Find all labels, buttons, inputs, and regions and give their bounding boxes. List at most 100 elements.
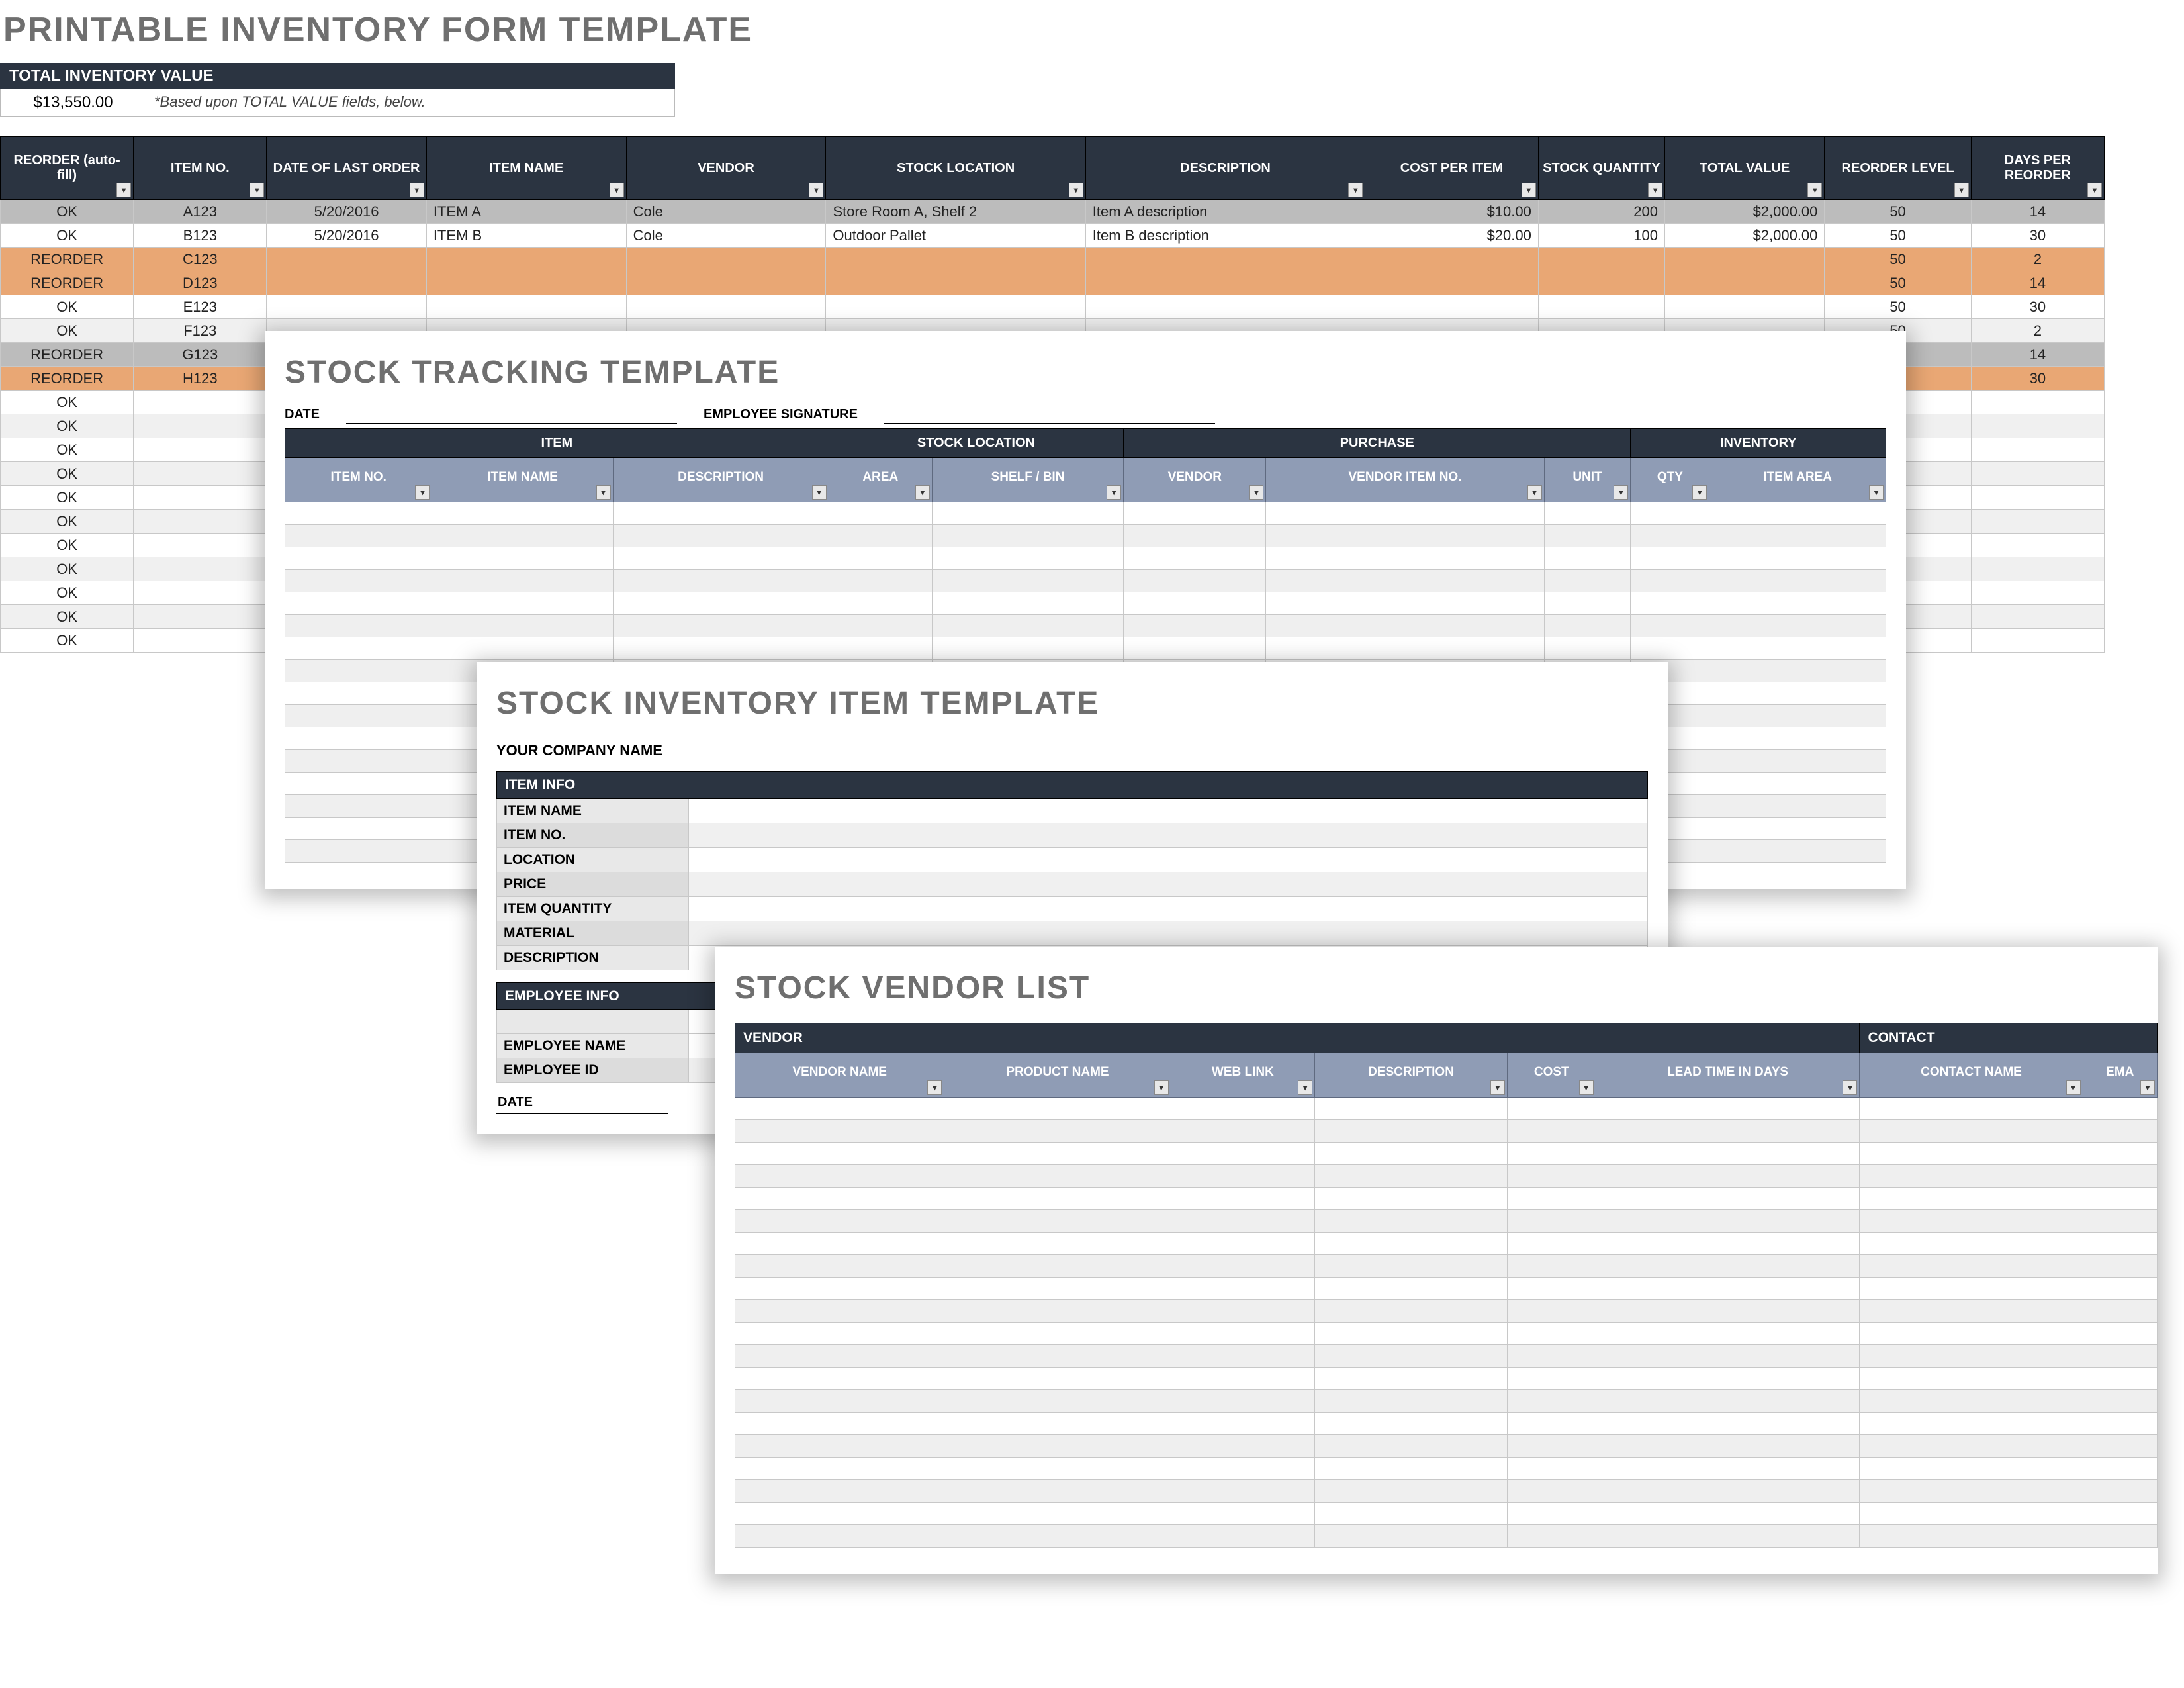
inv-cell[interactable] [134, 605, 267, 629]
vendor-cell[interactable] [944, 1458, 1171, 1480]
vendor-cell[interactable] [1596, 1323, 1860, 1345]
vendor-cell[interactable] [1596, 1278, 1860, 1300]
vendor-cell[interactable] [944, 1480, 1171, 1503]
filter-dropdown-icon[interactable]: ▾ [1648, 183, 1662, 197]
tracking-cell[interactable] [1124, 570, 1266, 592]
tracking-cell[interactable] [1124, 637, 1266, 660]
filter-dropdown-icon[interactable]: ▾ [1107, 485, 1121, 500]
tracking-cell[interactable] [613, 525, 829, 547]
tracking-col-header[interactable]: ITEM NAME▾ [432, 458, 613, 502]
vendor-cell[interactable] [1171, 1323, 1315, 1345]
vendor-cell[interactable] [1596, 1368, 1860, 1390]
vendor-cell[interactable] [944, 1255, 1171, 1278]
tracking-cell[interactable] [829, 637, 932, 660]
vendor-cell[interactable] [735, 1435, 944, 1458]
tracking-cell[interactable] [1709, 818, 1886, 840]
tracking-col-header[interactable]: VENDOR ITEM NO.▾ [1266, 458, 1544, 502]
inv-cell[interactable] [134, 581, 267, 605]
tracking-cell[interactable] [1266, 615, 1544, 637]
inv-cell[interactable]: 14 [1971, 271, 2104, 295]
vendor-cell[interactable] [944, 1188, 1171, 1210]
item-field-value[interactable] [689, 848, 1648, 872]
tracking-cell[interactable] [432, 525, 613, 547]
filter-dropdown-icon[interactable]: ▾ [2140, 1080, 2155, 1095]
item-field-value[interactable] [689, 872, 1648, 897]
vendor-cell[interactable] [1171, 1368, 1315, 1390]
tracking-cell[interactable] [285, 727, 432, 750]
vendor-cell[interactable] [944, 1345, 1171, 1368]
tracking-cell[interactable] [285, 547, 432, 570]
inv-cell[interactable]: 5/20/2016 [267, 200, 426, 224]
inv-cell[interactable]: H123 [134, 367, 267, 391]
vendor-cell[interactable] [1507, 1458, 1596, 1480]
vendor-cell[interactable] [1507, 1390, 1596, 1413]
vendor-cell[interactable] [1315, 1480, 1508, 1503]
vendor-cell[interactable] [1596, 1098, 1860, 1120]
inv-col-header[interactable]: ITEM NO.▾ [134, 137, 267, 200]
inv-cell[interactable] [826, 271, 1085, 295]
vendor-cell[interactable] [1315, 1368, 1508, 1390]
inv-cell[interactable] [826, 248, 1085, 271]
vendor-cell[interactable] [1171, 1435, 1315, 1458]
tracking-cell[interactable] [285, 637, 432, 660]
vendor-cell[interactable] [2083, 1413, 2157, 1435]
inv-cell[interactable] [1971, 486, 2104, 510]
vendor-col-header[interactable]: EMA▾ [2083, 1053, 2157, 1098]
vendor-cell[interactable] [1860, 1368, 2083, 1390]
inv-cell[interactable]: G123 [134, 343, 267, 367]
vendor-cell[interactable] [735, 1323, 944, 1345]
tracking-cell[interactable] [285, 682, 432, 705]
vendor-cell[interactable] [1171, 1143, 1315, 1165]
vendor-cell[interactable] [2083, 1300, 2157, 1323]
vendor-cell[interactable] [735, 1525, 944, 1548]
inv-cell[interactable]: 2 [1971, 248, 2104, 271]
vendor-cell[interactable] [2083, 1525, 2157, 1548]
vendor-cell[interactable] [1507, 1480, 1596, 1503]
inv-cell[interactable] [1971, 605, 2104, 629]
vendor-cell[interactable] [1171, 1210, 1315, 1233]
vendor-cell[interactable] [735, 1278, 944, 1300]
vendor-cell[interactable] [2083, 1255, 2157, 1278]
vendor-cell[interactable] [735, 1210, 944, 1233]
item-field-value[interactable] [689, 897, 1648, 921]
vendor-cell[interactable] [2083, 1390, 2157, 1413]
vendor-cell[interactable] [1171, 1390, 1315, 1413]
inv-cell[interactable]: $2,000.00 [1664, 224, 1824, 248]
inv-col-header[interactable]: STOCK QUANTITY▾ [1538, 137, 1664, 200]
tracking-cell[interactable] [829, 502, 932, 525]
inv-cell[interactable]: 50 [1825, 271, 1971, 295]
vendor-cell[interactable] [2083, 1345, 2157, 1368]
vendor-col-header[interactable]: WEB LINK▾ [1171, 1053, 1315, 1098]
inv-cell[interactable] [267, 295, 426, 319]
vendor-col-header[interactable]: VENDOR NAME▾ [735, 1053, 944, 1098]
inv-cell[interactable] [426, 271, 626, 295]
inv-cell[interactable]: Cole [626, 224, 826, 248]
tracking-cell[interactable] [285, 660, 432, 682]
tracking-cell[interactable] [1266, 592, 1544, 615]
filter-dropdown-icon[interactable]: ▾ [1692, 485, 1707, 500]
tracking-cell[interactable] [1124, 615, 1266, 637]
tracking-cell[interactable] [1124, 547, 1266, 570]
inv-cell[interactable]: ITEM B [426, 224, 626, 248]
tracking-cell[interactable] [1631, 592, 1709, 615]
inv-cell[interactable] [1085, 248, 1365, 271]
vendor-cell[interactable] [1507, 1278, 1596, 1300]
inv-cell[interactable]: A123 [134, 200, 267, 224]
vendor-cell[interactable] [735, 1300, 944, 1323]
vendor-cell[interactable] [1315, 1300, 1508, 1323]
vendor-cell[interactable] [1507, 1143, 1596, 1165]
vendor-cell[interactable] [944, 1300, 1171, 1323]
vendor-cell[interactable] [1171, 1233, 1315, 1255]
date-input-line[interactable] [346, 407, 677, 424]
vendor-cell[interactable] [735, 1165, 944, 1188]
vendor-cell[interactable] [735, 1255, 944, 1278]
vendor-cell[interactable] [1507, 1323, 1596, 1345]
tracking-cell[interactable] [285, 592, 432, 615]
tracking-cell[interactable] [285, 570, 432, 592]
vendor-cell[interactable] [1596, 1458, 1860, 1480]
vendor-cell[interactable] [2083, 1188, 2157, 1210]
tracking-cell[interactable] [1631, 547, 1709, 570]
tracking-cell[interactable] [1709, 592, 1886, 615]
filter-dropdown-icon[interactable]: ▾ [1807, 183, 1822, 197]
vendor-cell[interactable] [1860, 1143, 2083, 1165]
